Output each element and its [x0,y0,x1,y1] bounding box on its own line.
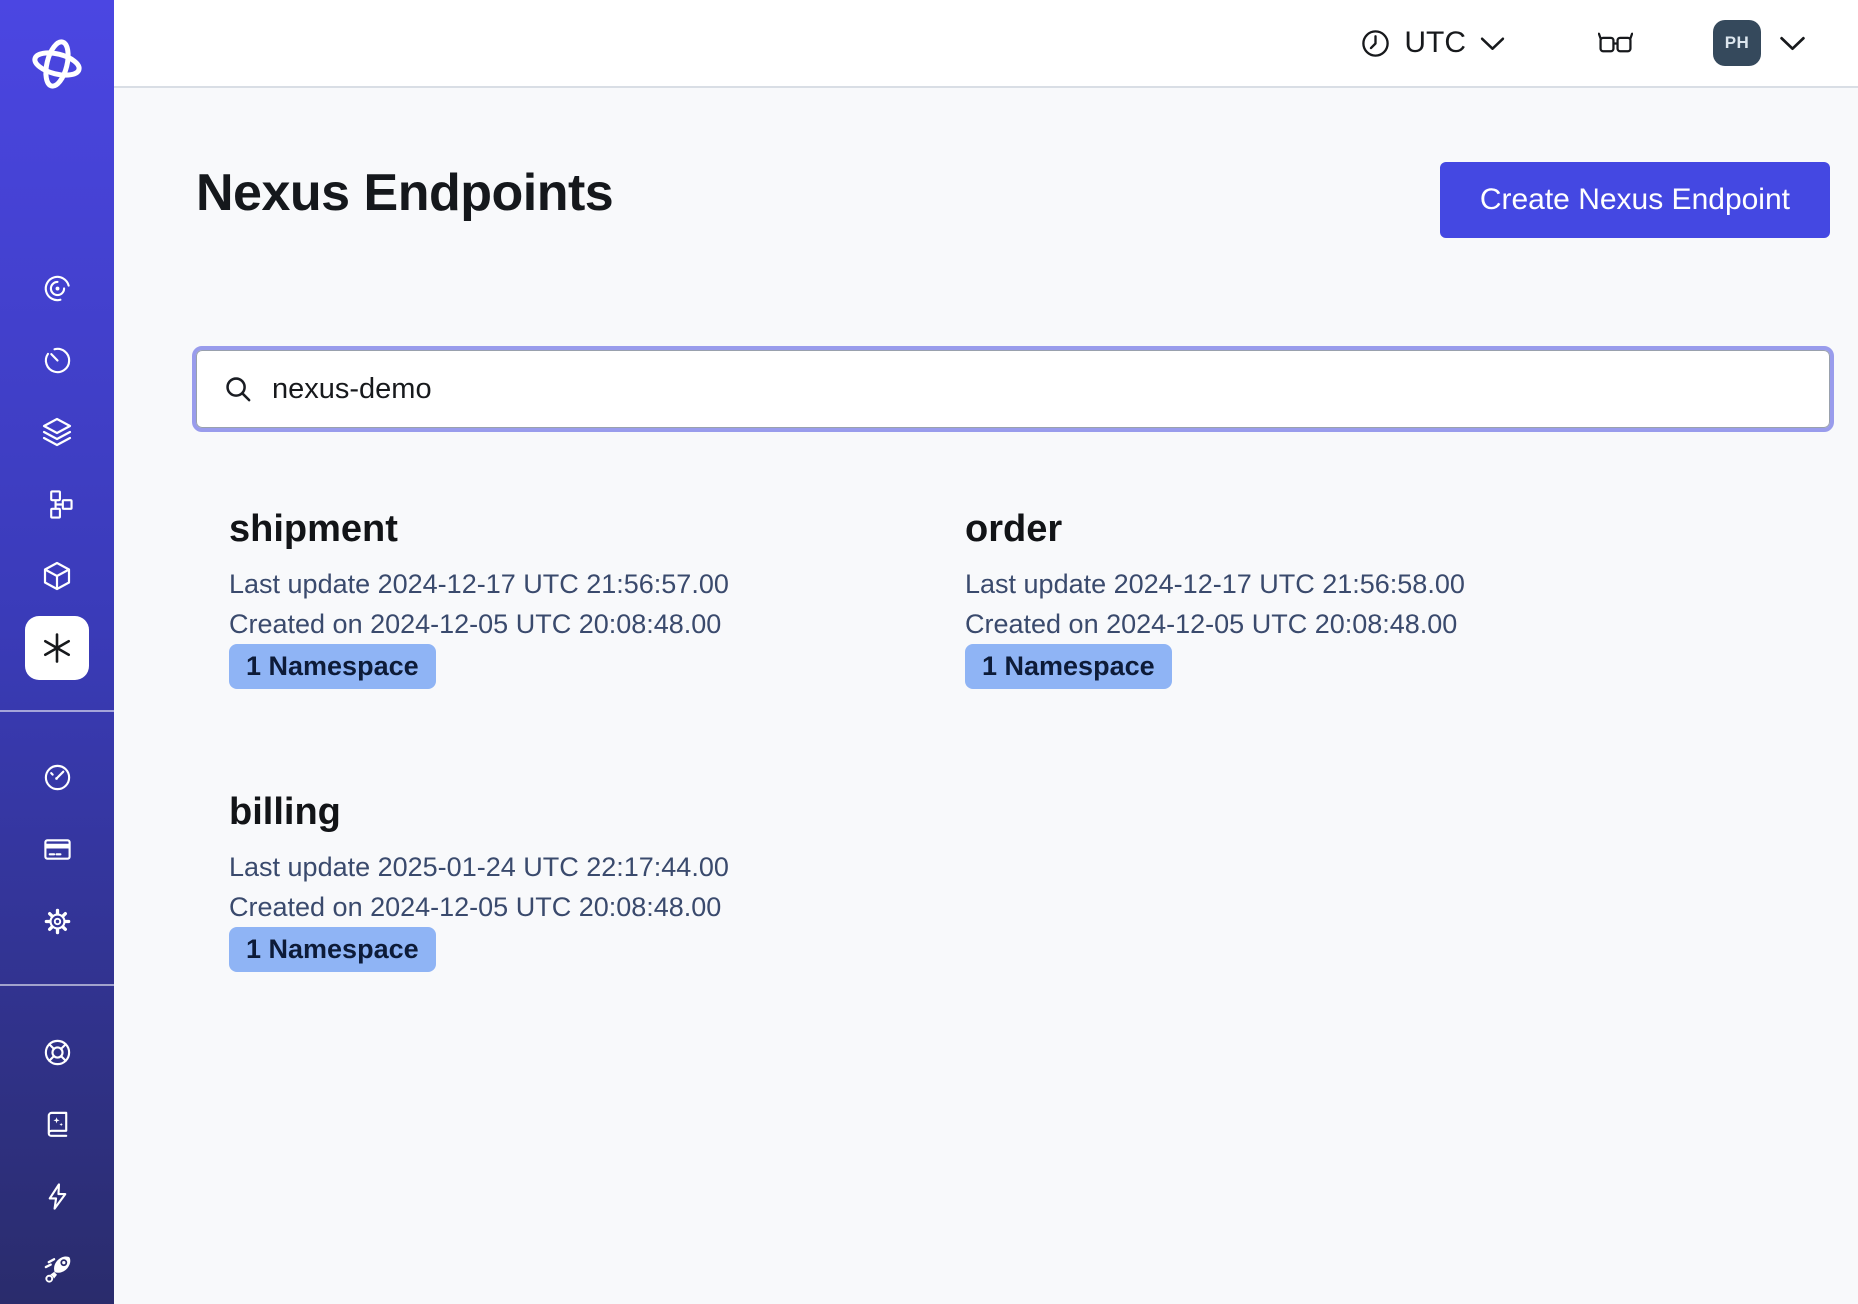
support-lifebuoy-icon [42,1037,73,1068]
timezone-label: UTC [1404,26,1466,60]
create-nexus-endpoint-button[interactable]: Create Nexus Endpoint [1440,162,1830,238]
endpoint-card-billing: billing Last update 2025-01-24 UTC 22:17… [229,789,965,972]
usage-gauge-icon [42,762,73,793]
docs-book-icon [42,1109,73,1140]
avatar-chevron-down-icon [1778,34,1807,52]
feedback-lightning-icon [42,1181,73,1212]
endpoint-name[interactable]: order [965,506,1701,552]
sidebar-item-billing[interactable] [0,813,114,885]
endpoint-card-shipment: shipment Last update 2024-12-17 UTC 21:5… [229,506,965,689]
page-head: Nexus Endpoints Create Nexus Endpoint [196,162,1830,238]
sidebar-item-docs[interactable] [0,1088,114,1160]
glasses-icon [1598,29,1633,57]
endpoint-grid: shipment Last update 2024-12-17 UTC 21:5… [196,506,1830,972]
endpoint-name[interactable]: billing [229,789,965,835]
sidebar-item-deployments[interactable] [0,468,114,540]
sidebar-item-batch-operations[interactable] [0,396,114,468]
sidebar-item-settings[interactable] [0,885,114,957]
getting-started-rocket-icon [41,1252,74,1285]
sidebar-item-usage[interactable] [0,741,114,813]
active-nav-pill [25,616,89,680]
sidebar-item-getting-started[interactable] [0,1232,114,1304]
top-header: UTC PH [114,0,1858,88]
sidebar-divider [0,710,114,712]
chevron-down-icon [1479,35,1506,52]
avatar[interactable]: PH [1713,20,1761,66]
settings-gear-icon [42,906,73,937]
temporal-logo-icon[interactable] [27,34,87,94]
namespace-count-badge: 1 Namespace [229,927,436,972]
sidebar-nav-help [0,1016,114,1304]
endpoint-created-on: Created on 2024-12-05 UTC 20:08:48.00 [229,887,965,927]
sidebar-nav-primary [0,252,114,684]
sidebar-item-namespaces[interactable] [0,540,114,612]
endpoint-last-update: Last update 2024-12-17 UTC 21:56:58.00 [965,564,1701,604]
reader-mode-button[interactable] [1592,28,1639,58]
deployments-icon [42,489,73,520]
sidebar-nav-account [0,741,114,957]
search-icon [223,374,254,405]
sidebar-item-support[interactable] [0,1016,114,1088]
sidebar [0,0,114,1304]
content-area: Nexus Endpoints Create Nexus Endpoint sh… [114,88,1858,1304]
endpoint-card-order: order Last update 2024-12-17 UTC 21:56:5… [965,506,1701,689]
endpoint-last-update: Last update 2024-12-17 UTC 21:56:57.00 [229,564,965,604]
search-input[interactable] [270,372,1803,407]
sidebar-item-workflows[interactable] [0,252,114,324]
namespace-count-badge: 1 Namespace [965,644,1172,689]
timezone-selector[interactable]: UTC [1354,25,1512,61]
endpoint-created-on: Created on 2024-12-05 UTC 20:08:48.00 [965,604,1701,644]
workflows-icon [42,273,73,304]
schedules-icon [42,345,73,376]
nexus-icon [40,631,74,665]
namespace-count-badge: 1 Namespace [229,644,436,689]
endpoint-created-on: Created on 2024-12-05 UTC 20:08:48.00 [229,604,965,644]
endpoint-last-update: Last update 2025-01-24 UTC 22:17:44.00 [229,847,965,887]
billing-card-icon [42,834,73,865]
search-box[interactable] [196,350,1830,428]
batch-operations-icon [41,416,73,448]
main-column: UTC PH Nexus Endpoints Create Nexus Endp… [114,0,1858,1304]
sidebar-item-schedules[interactable] [0,324,114,396]
sidebar-divider [0,984,114,986]
sidebar-item-nexus[interactable] [0,612,114,684]
sidebar-item-feedback[interactable] [0,1160,114,1232]
namespaces-icon [41,560,73,592]
endpoint-name[interactable]: shipment [229,506,965,552]
page-title: Nexus Endpoints [196,162,613,224]
account-menu[interactable]: PH [1713,20,1807,66]
clock-icon [1360,28,1391,59]
